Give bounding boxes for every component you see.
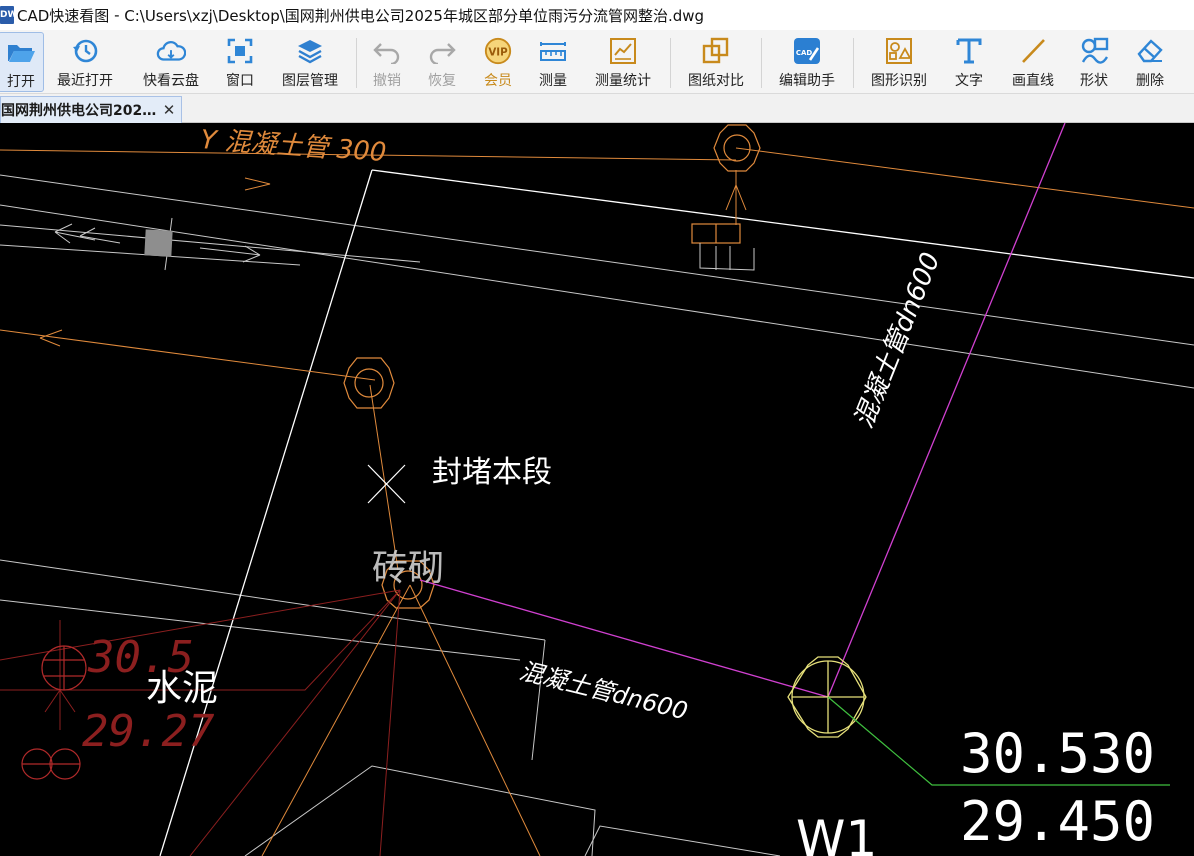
more-icon [1182,36,1194,66]
toolbar-overflow-button[interactable] [1182,32,1194,92]
window-button[interactable]: 窗口 [220,32,260,92]
window-icon [225,36,255,66]
cement-label: 水泥 [146,668,218,709]
shapes-button[interactable]: 形状 [1074,32,1114,92]
shapes-label: 形状 [1080,73,1108,89]
cad-badge-text: CAD [796,49,813,57]
vip-label: 会员 [484,73,512,89]
window-label: 窗口 [226,73,254,89]
measure-button[interactable]: 测量 [533,32,573,92]
main-toolbar: 打开 最近打开 快看云盘 窗口 图层管理 撤销 恢复 VIP 会员 测量 测量统… [0,30,1194,94]
left-elevation-bottom: 29.27 [82,706,215,757]
toolbar-separator [761,38,762,88]
open-label: 打开 [7,74,35,90]
undo-button[interactable]: 撤销 [368,32,406,92]
title-bar: DWG CAD快速看图 - C:\Users\xzj\Desktop\国网荆州供… [0,0,1194,30]
layer-manager-label: 图层管理 [282,73,338,89]
shape-recognition-label: 图形识别 [871,73,927,89]
redo-button[interactable]: 恢复 [423,32,461,92]
draw-line-label: 画直线 [1012,73,1054,89]
compare-icon [701,36,731,66]
app-icon: DWG [0,6,25,24]
text-button[interactable]: 文字 [949,32,989,92]
open-button[interactable]: 打开 [0,32,44,92]
brick-label: 砖砌 [372,548,444,589]
drawing-canvas[interactable]: Y 混凝土管 300 混凝土管dn600 封堵本段 砖砌 混凝土管dn600 3… [0,123,1194,856]
well-id-label: W1 [796,810,877,856]
toolbar-separator [853,38,854,88]
draw-line-button[interactable]: 画直线 [1006,32,1060,92]
document-tab[interactable]: 国网荆州供电公司202… ✕ [0,96,182,123]
folder-open-icon [6,37,36,67]
ruler-icon [538,36,568,66]
cloud-disk-button[interactable]: 快看云盘 [138,32,204,92]
eraser-icon [1135,36,1165,66]
history-icon [70,36,100,66]
document-tab-label: 国网荆州供电公司202… [1,103,157,119]
block-note-label: 封堵本段 [432,455,552,490]
delete-label: 删除 [1136,73,1164,89]
recent-open-label: 最近打开 [57,73,113,89]
inlet-block [699,243,755,271]
text-icon [954,36,984,66]
measure-stats-icon [608,36,638,66]
shapes-icon [1079,36,1109,66]
magenta-pipes [419,123,1066,698]
utility-box [144,229,173,257]
delete-button[interactable]: 删除 [1130,32,1170,92]
vip-button[interactable]: VIP 会员 [478,32,518,92]
vip-badge-text: VIP [488,47,508,59]
layers-icon [295,36,325,66]
cloud-icon [156,36,186,66]
top-pipe-label: Y 混凝土管 300 [200,125,388,168]
drawing-compare-button[interactable]: 图纸对比 [683,32,749,92]
edit-assistant-icon: CAD [792,36,822,66]
edit-assistant-button[interactable]: CAD 编辑助手 [774,32,840,92]
undo-icon [372,36,402,66]
line-icon [1018,36,1048,66]
redo-icon [427,36,457,66]
text-label: 文字 [955,73,983,89]
diagonal-pipe-label: 混凝土管dn600 [849,248,947,432]
measure-stats-label: 测量统计 [595,73,651,89]
title-separator: - [109,6,125,24]
close-icon[interactable]: ✕ [159,101,179,119]
drawing-compare-label: 图纸对比 [688,73,744,89]
shape-recognition-button[interactable]: 图形识别 [866,32,932,92]
edit-assistant-label: 编辑助手 [779,73,835,89]
red-manholes [21,645,87,780]
cad-drawing[interactable]: Y 混凝土管 300 混凝土管dn600 封堵本段 砖砌 混凝土管dn600 3… [0,123,1194,856]
inspection-well [787,656,867,738]
toolbar-separator [356,38,357,88]
toolbar-separator [670,38,671,88]
lower-pipe-label: 混凝土管dn600 [517,657,691,726]
cloud-disk-label: 快看云盘 [143,73,199,89]
layer-manager-button[interactable]: 图层管理 [276,32,344,92]
vip-icon: VIP [483,36,513,66]
manholes [343,124,761,609]
undo-label: 撤销 [373,73,401,89]
document-tab-bar: 国网荆州供电公司202… ✕ [0,94,1194,123]
shape-recognition-icon [884,36,914,66]
app-name: CAD快速看图 [17,6,110,25]
redo-label: 恢复 [428,73,456,89]
file-path: C:\Users\xzj\Desktop\国网荆州供电公司2025年城区部分单位… [124,6,705,25]
measure-label: 测量 [539,73,567,89]
measure-stats-button[interactable]: 测量统计 [590,32,656,92]
recent-open-button[interactable]: 最近打开 [52,32,118,92]
elevation-bottom-label: 29.450 [960,790,1155,853]
elevation-top-label: 30.530 [960,722,1155,785]
